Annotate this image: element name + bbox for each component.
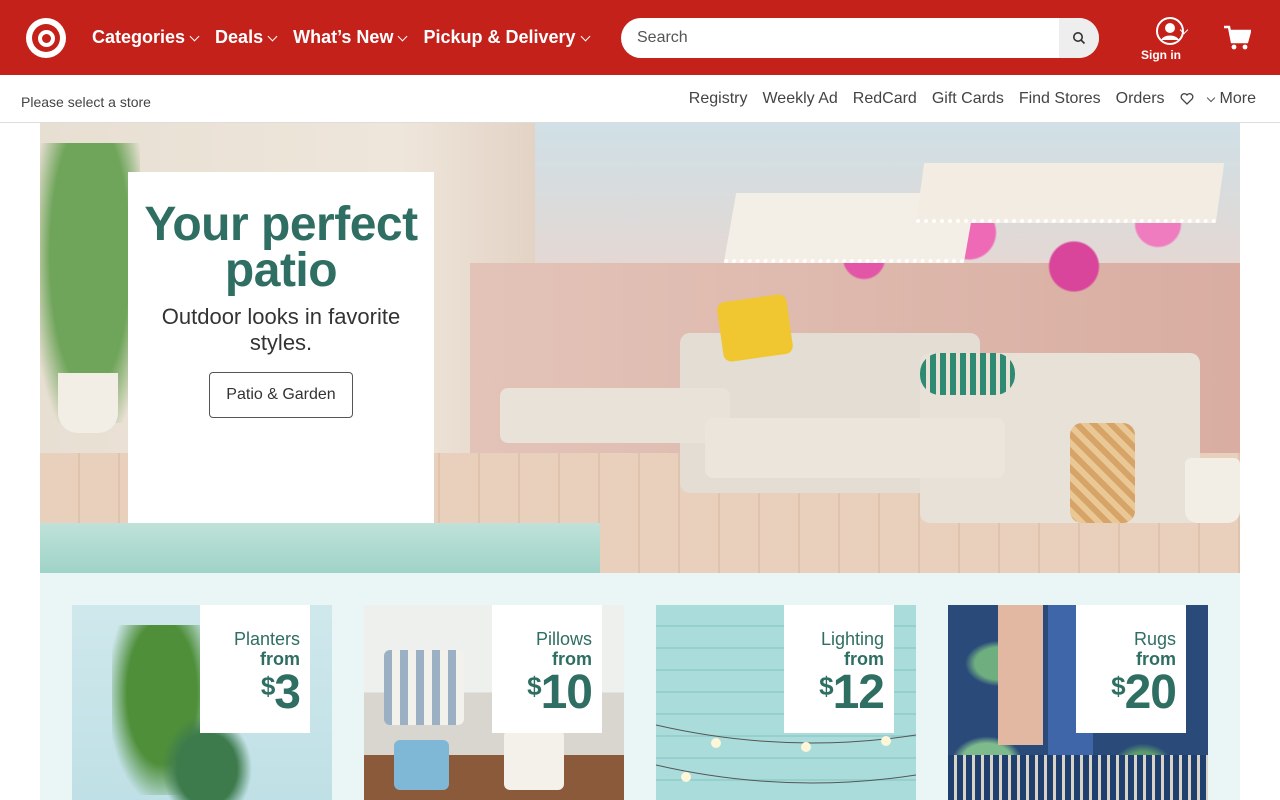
cart-icon[interactable] [1223,25,1251,51]
link-weekly-ad[interactable]: Weekly Ad [762,90,837,108]
deals-strip: Planters from $3 Pillows from $10 Lighti… [40,573,1240,800]
main-nav: Categories Deals What’s New Pickup & Del… [92,27,606,48]
store-selector[interactable]: Please select a store [21,94,151,110]
link-redcard[interactable]: RedCard [853,90,917,108]
chevron-down-icon [189,31,200,41]
price-tag: Lighting from $12 [784,605,894,733]
more-menu[interactable]: More [1206,90,1256,108]
heart-icon[interactable] [1180,92,1194,106]
deal-price: $20 [1076,666,1177,719]
nav-deals[interactable]: Deals [215,27,278,48]
currency-symbol: $ [260,671,276,701]
hero-scene [920,353,1015,395]
nav-label: Deals [215,27,264,47]
price-tag: Planters from $3 [200,605,310,733]
hero-scene [915,163,1225,223]
link-orders[interactable]: Orders [1116,90,1165,108]
deal-price: $12 [784,666,885,719]
utility-links: Registry Weekly Ad RedCard Gift Cards Fi… [674,90,1256,108]
deal-category: Pillows [535,629,592,649]
deal-price: $10 [492,666,593,719]
hero-scene [705,418,1005,478]
hero-scene [1070,423,1135,523]
chevron-down-icon [1206,93,1215,102]
link-gift-cards[interactable]: Gift Cards [932,90,1004,108]
top-header: Categories Deals What’s New Pickup & Del… [0,0,1280,75]
deal-category: Planters [233,629,300,649]
link-find-stores[interactable]: Find Stores [1019,90,1101,108]
price-value: 10 [540,666,593,719]
hero-subtitle: Outdoor looks in favorite styles. [161,304,401,355]
deal-card-pillows[interactable]: Pillows from $10 [364,605,624,800]
search-icon [1073,32,1086,45]
hero-scene [1185,458,1240,523]
currency-symbol: $ [1111,671,1126,701]
nav-label: Pickup & Delivery [423,27,576,47]
sign-in-label: Sign in [1141,48,1181,62]
deal-card-lighting[interactable]: Lighting from $12 [656,605,916,800]
hero-scene [500,388,730,443]
search-bar [621,18,1099,58]
price-value: 20 [1124,666,1177,719]
search-button[interactable] [1059,18,1099,58]
hero-scene [40,523,600,573]
deal-category: Lighting [820,629,884,649]
price-value: 3 [274,666,301,719]
chevron-down-icon [267,31,278,41]
nav-whats-new[interactable]: What’s New [293,27,408,48]
nav-categories[interactable]: Categories [92,27,200,48]
deal-card-planters[interactable]: Planters from $3 [72,605,332,800]
price-value: 12 [832,666,885,719]
hero-scene [58,373,118,433]
chevron-down-icon [580,31,590,41]
hero-promo-card: Your perfect patio Outdoor looks in favo… [128,172,434,523]
account-menu[interactable]: Sign in [1141,17,1193,62]
nav-pickup-delivery[interactable]: Pickup & Delivery [423,27,590,48]
hero-title: Your perfect patio [144,198,418,297]
nav-label: Categories [92,27,186,47]
price-tag: Pillows from $10 [492,605,602,733]
target-logo[interactable] [26,18,66,58]
currency-symbol: $ [819,671,834,701]
price-tag: Rugs from $20 [1076,605,1186,733]
search-input[interactable] [621,18,1059,58]
utility-bar: Please select a store Registry Weekly Ad… [0,75,1280,123]
nav-label: What’s New [293,27,394,47]
patio-garden-button[interactable]: Patio & Garden [209,372,353,418]
hero-scene [716,293,794,363]
deal-category: Rugs [1133,629,1176,649]
bullseye-icon [32,24,60,52]
deal-card-rugs[interactable]: Rugs from $20 [948,605,1208,800]
deal-price: $3 [200,666,301,719]
hero-banner[interactable]: Your perfect patio Outdoor looks in favo… [40,123,1240,573]
link-registry[interactable]: Registry [689,90,748,108]
currency-symbol: $ [527,671,542,701]
chevron-down-icon [398,31,408,41]
more-label: More [1219,90,1256,107]
